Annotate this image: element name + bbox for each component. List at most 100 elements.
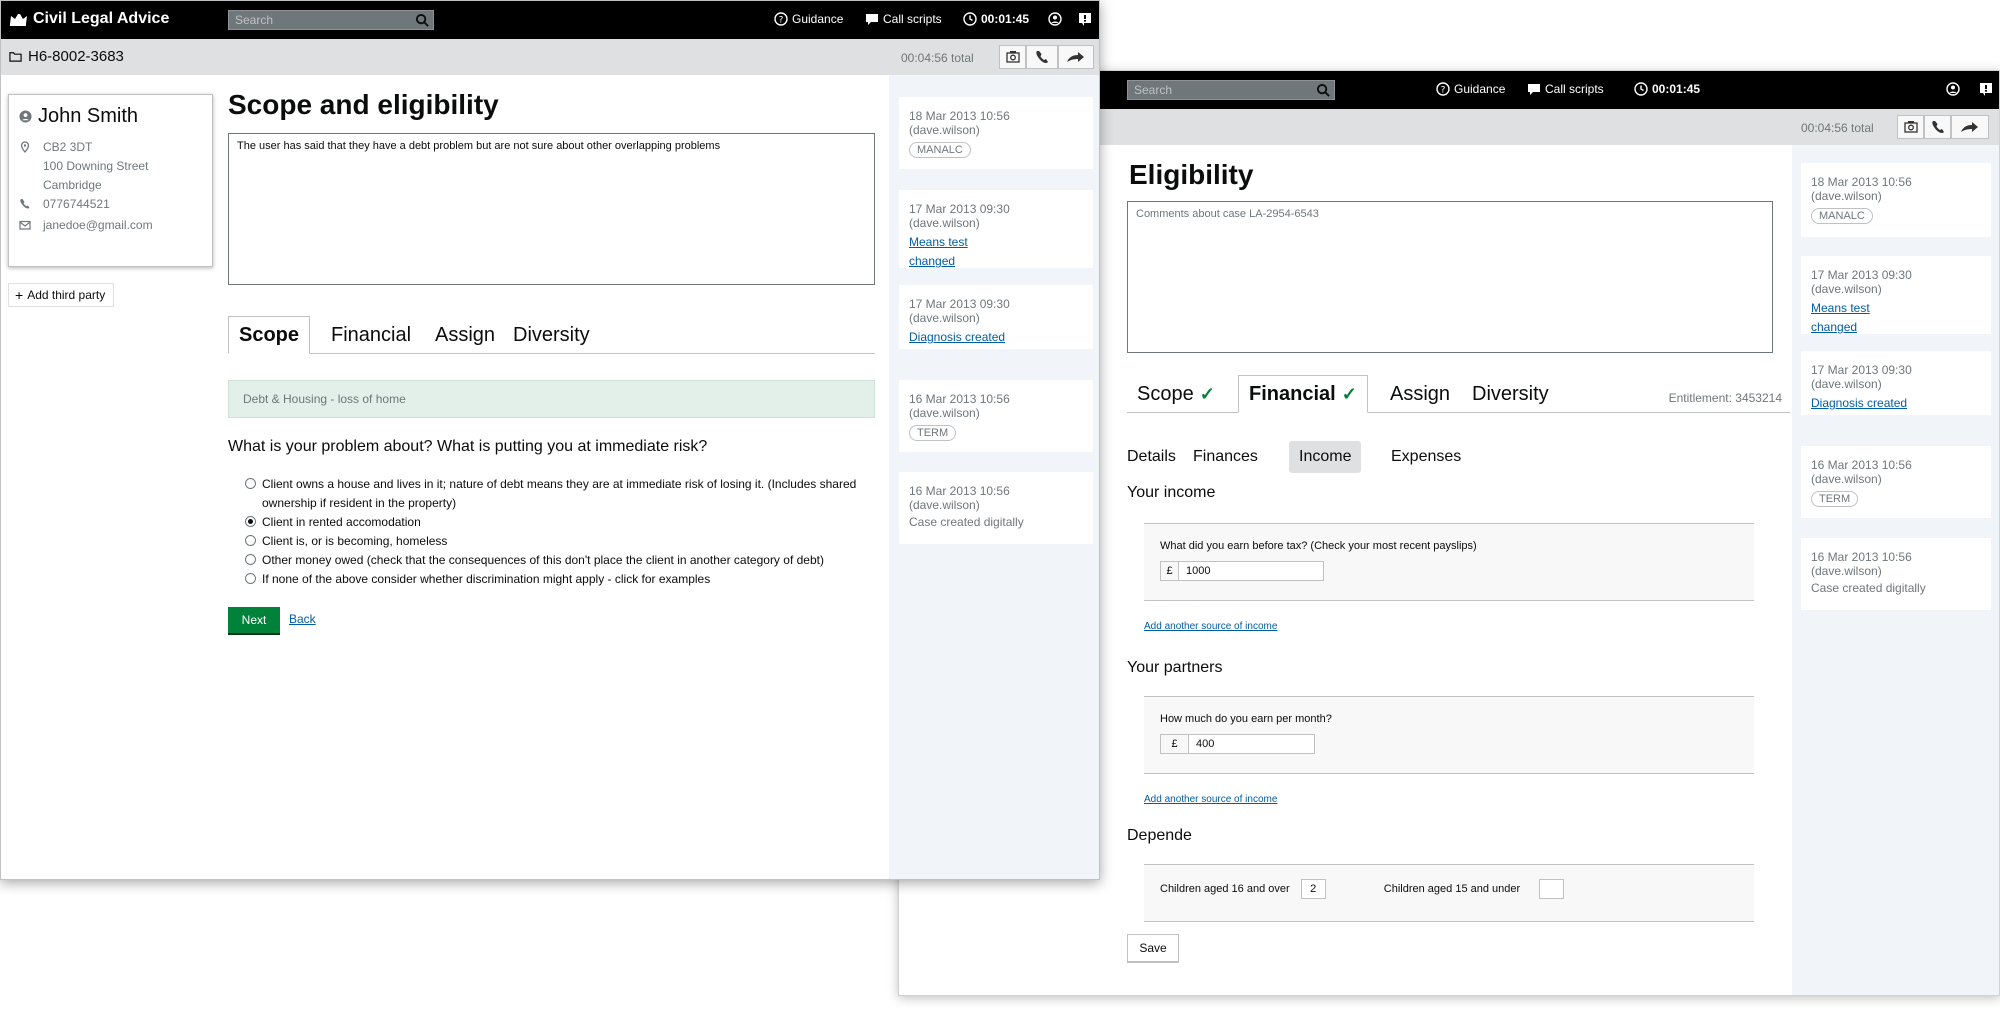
timeline-meta: 16 Mar 2013 10:56 (dave.wilson) xyxy=(1811,458,1912,486)
radio-option[interactable]: Other money owed (check that the consequ… xyxy=(245,551,865,570)
timeline-tag: MANALC xyxy=(909,142,971,158)
radio-option[interactable]: Client owns a house and lives in it; nat… xyxy=(245,475,865,513)
page-title: Scope and eligibility xyxy=(228,89,499,120)
case-bar: H6-8002-3683 00:04:56 total xyxy=(1,39,1099,75)
svg-text:?: ? xyxy=(779,16,784,26)
tab-assign[interactable]: Assign xyxy=(425,316,505,354)
diagnosis-created-link[interactable]: Diagnosis created xyxy=(1811,394,1981,413)
case-notes-textarea[interactable]: Comments about case LA-2954-6543 xyxy=(1127,201,1773,353)
user-icon xyxy=(1946,82,1960,96)
timeline-item: 17 Mar 2013 09:30 (dave.wilson) Diagnosi… xyxy=(899,285,1093,349)
timeline-column: 18 Mar 2013 10:56 (dave.wilson) MANALC 1… xyxy=(1792,145,1999,995)
help-icon: ? xyxy=(1436,82,1450,96)
user-menu[interactable] xyxy=(1946,82,1960,96)
tab-diversity[interactable]: Diversity xyxy=(1462,375,1559,413)
radio-option[interactable]: If none of the above consider whether di… xyxy=(245,570,865,589)
call-back-button[interactable] xyxy=(1924,115,1951,139)
clock-icon xyxy=(963,12,977,26)
radio-button-selected[interactable] xyxy=(245,516,256,527)
top-bar: Civil Legal Advice Search ? Guidance Cal… xyxy=(1,1,1099,39)
subtab-expenses[interactable]: Expenses xyxy=(1381,441,1471,473)
radio-button[interactable] xyxy=(245,478,256,489)
check-icon: ✓ xyxy=(1341,383,1357,404)
timeline-meta: 17 Mar 2013 09:30 (dave.wilson) xyxy=(909,297,1010,325)
forward-arrow-icon xyxy=(1961,122,1978,132)
forward-button[interactable] xyxy=(1951,115,1989,139)
partners-amount-field[interactable]: £ 400 xyxy=(1160,734,1315,754)
back-link[interactable]: Back xyxy=(289,612,316,626)
case-reference: H6-8002-3683 xyxy=(9,48,124,65)
eligibility-tabs: Scope Financial Assign Diversity xyxy=(228,316,875,354)
svg-text:?: ? xyxy=(1441,86,1446,96)
tab-assign[interactable]: Assign xyxy=(1380,375,1460,413)
add-third-party-button[interactable]: + Add third party xyxy=(8,283,114,307)
diagnosis-created-link[interactable]: Diagnosis created xyxy=(909,328,1083,347)
means-test-link[interactable]: Means test xyxy=(1811,299,1981,318)
case-notes-textarea[interactable]: The user has said that they have a debt … xyxy=(228,133,875,285)
timeline-meta: 16 Mar 2013 10:56 (dave.wilson) xyxy=(1811,550,1912,578)
camera-button[interactable] xyxy=(1897,115,1924,139)
add-third-party-label: Add third party xyxy=(27,288,106,302)
tab-scope[interactable]: Scope xyxy=(228,316,311,354)
timeline-meta: 17 Mar 2013 09:30 (dave.wilson) xyxy=(1811,268,1912,296)
timeline-column: 18 Mar 2013 10:56 (dave.wilson) MANALC 1… xyxy=(889,75,1099,879)
camera-icon xyxy=(1903,121,1918,133)
subtab-details[interactable]: Details xyxy=(1117,441,1186,473)
call-timer: 00:01:45 xyxy=(963,12,1029,26)
app-brand[interactable]: Civil Legal Advice xyxy=(9,10,169,28)
person-card[interactable]: John Smith CB2 3DT 100 Downing Street Ca… xyxy=(8,94,213,267)
means-test-link[interactable]: Means test xyxy=(909,233,1083,252)
user-menu[interactable] xyxy=(1048,12,1062,26)
feedback-button[interactable] xyxy=(1078,12,1092,26)
call-back-button[interactable] xyxy=(1026,45,1058,69)
speech-bubble-icon xyxy=(866,14,878,25)
tab-financial[interactable]: Financial xyxy=(321,316,421,354)
scope-question: What is your problem about? What is putt… xyxy=(228,438,708,455)
guidance-link[interactable]: ? Guidance xyxy=(774,12,843,26)
children-over16-input[interactable]: 2 xyxy=(1300,879,1326,899)
tab-financial[interactable]: Financial ✓ xyxy=(1238,375,1368,413)
timer-value: 00:01:45 xyxy=(1652,82,1701,96)
next-button[interactable]: Next xyxy=(228,607,280,633)
subtab-income[interactable]: Income xyxy=(1289,441,1362,473)
subtab-finances[interactable]: Finances xyxy=(1183,441,1268,473)
timeline-item: 18 Mar 2013 10:56 (dave.wilson) MANALC xyxy=(1801,163,1991,237)
search-input[interactable]: Search xyxy=(228,10,434,30)
location-pin-icon xyxy=(20,141,30,153)
means-test-changed-link[interactable]: changed xyxy=(1811,318,1981,337)
radio-option[interactable]: Client in rented accomodation xyxy=(245,513,865,532)
radio-button[interactable] xyxy=(245,535,256,546)
guidance-link[interactable]: ? Guidance xyxy=(1436,82,1505,96)
postcode: CB2 3DT xyxy=(43,140,93,154)
add-partner-income-link[interactable]: Add another source of income xyxy=(1144,794,1277,805)
add-income-source-link[interactable]: Add another source of income xyxy=(1144,621,1277,632)
scope-window: Civil Legal Advice Search ? Guidance Cal… xyxy=(0,0,1100,880)
timeline-item: 18 Mar 2013 10:56 (dave.wilson) MANALC xyxy=(899,97,1093,169)
children-over16-label: Children aged 16 and over xyxy=(1160,882,1290,895)
search-icon[interactable] xyxy=(415,13,430,28)
radio-button[interactable] xyxy=(245,554,256,565)
phone-number: 0776744521 xyxy=(43,197,110,211)
search-placeholder: Search xyxy=(235,13,274,27)
feedback-button[interactable] xyxy=(1979,82,1993,96)
search-icon[interactable] xyxy=(1316,83,1331,98)
tab-diversity[interactable]: Diversity xyxy=(503,316,600,354)
tab-label: Financial xyxy=(1249,382,1336,405)
call-scripts-link[interactable]: Call scripts xyxy=(1527,82,1604,96)
radio-button[interactable] xyxy=(245,573,256,584)
forward-button[interactable] xyxy=(1058,45,1094,69)
tab-scope[interactable]: Scope ✓ xyxy=(1127,375,1225,413)
timeline-meta: 16 Mar 2013 10:56 (dave.wilson) xyxy=(909,392,1010,420)
partners-amount-value: 400 xyxy=(1196,738,1215,750)
save-button[interactable]: Save xyxy=(1127,934,1179,962)
call-scripts-link[interactable]: Call scripts xyxy=(865,12,942,26)
timeline-meta: 17 Mar 2013 09:30 (dave.wilson) xyxy=(909,202,1010,230)
radio-option[interactable]: Client is, or is becoming, homeless xyxy=(245,532,865,551)
means-test-changed-link[interactable]: changed xyxy=(909,252,1083,271)
search-input[interactable]: Search xyxy=(1127,80,1335,100)
timeline-meta: 16 Mar 2013 10:56 (dave.wilson) xyxy=(909,484,1010,512)
income-amount-field[interactable]: £ 1000 xyxy=(1160,561,1324,581)
children-under15-input[interactable] xyxy=(1539,879,1565,899)
camera-button[interactable] xyxy=(999,45,1026,69)
timeline-tag: TERM xyxy=(909,425,957,441)
